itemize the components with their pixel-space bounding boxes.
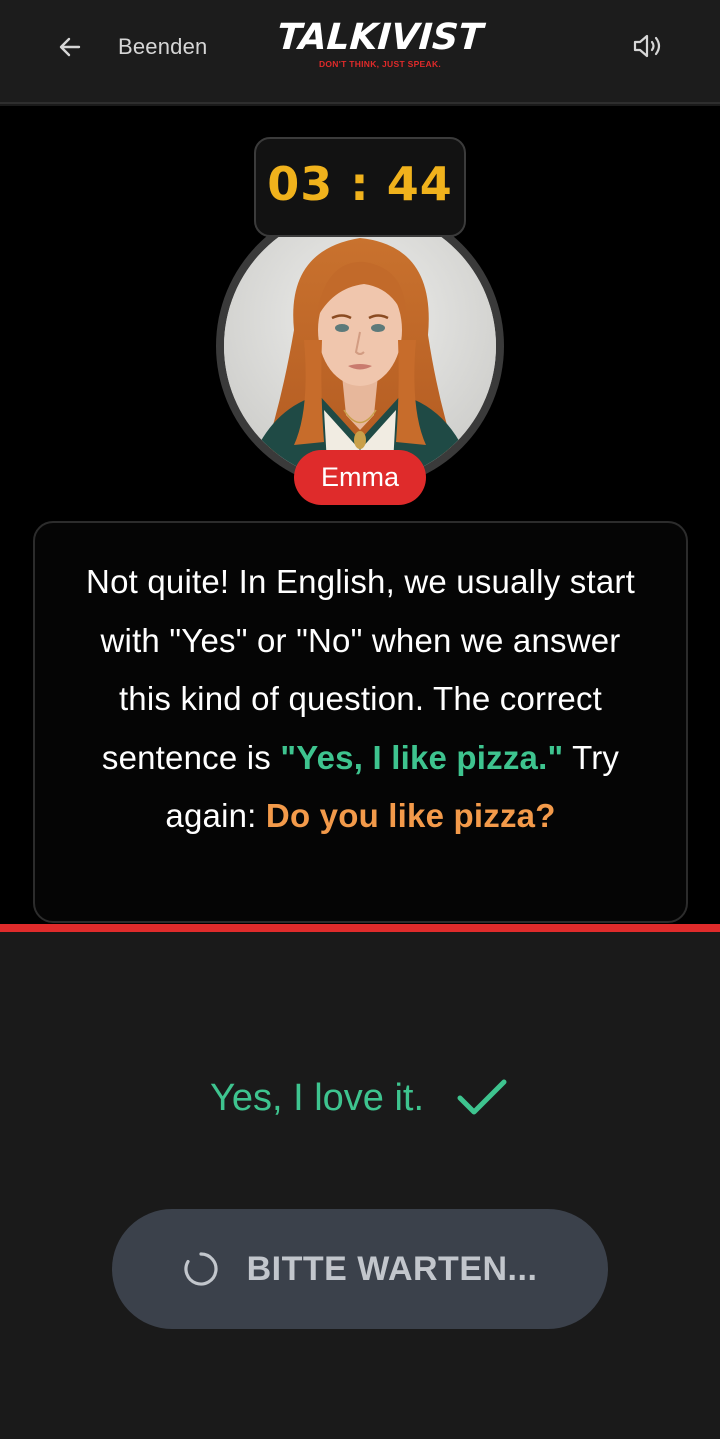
correct-sentence: "Yes, I like pizza."	[280, 738, 564, 776]
speaker-icon	[631, 31, 665, 66]
sound-toggle-button[interactable]	[626, 26, 670, 70]
prompt-question: Do you like pizza?	[265, 797, 556, 834]
arrow-left-icon	[50, 27, 90, 67]
session-timer: 03 : 44	[254, 137, 466, 237]
logo-tagline: DON'T THINK, JUST SPEAK.	[318, 59, 442, 69]
checkmark-icon	[454, 1074, 510, 1122]
please-wait-label: BITTE WARTEN...	[246, 1249, 538, 1288]
user-answer: Yes, I love it.	[0, 1070, 720, 1126]
exit-button[interactable]: Beenden	[50, 22, 208, 72]
logo-wordmark: TALKIVIST	[275, 17, 485, 58]
tutor-message-card: Not quite! In English, we usually start …	[33, 521, 688, 923]
user-answer-text: Yes, I love it.	[209, 1076, 425, 1119]
please-wait-button[interactable]: BITTE WARTEN...	[112, 1209, 608, 1329]
tutor-name-badge: Emma	[294, 450, 426, 505]
app-logo: TALKIVIST DON'T THINK, JUST SPEAK.	[272, 17, 488, 69]
tutor-avatar	[224, 210, 496, 482]
exit-label: Beenden	[118, 34, 208, 59]
spinner-icon	[183, 1251, 219, 1287]
tutor-avatar-frame	[216, 202, 504, 490]
top-bar: Beenden TALKIVIST DON'T THINK, JUST SPEA…	[0, 0, 720, 104]
section-divider	[0, 924, 720, 932]
